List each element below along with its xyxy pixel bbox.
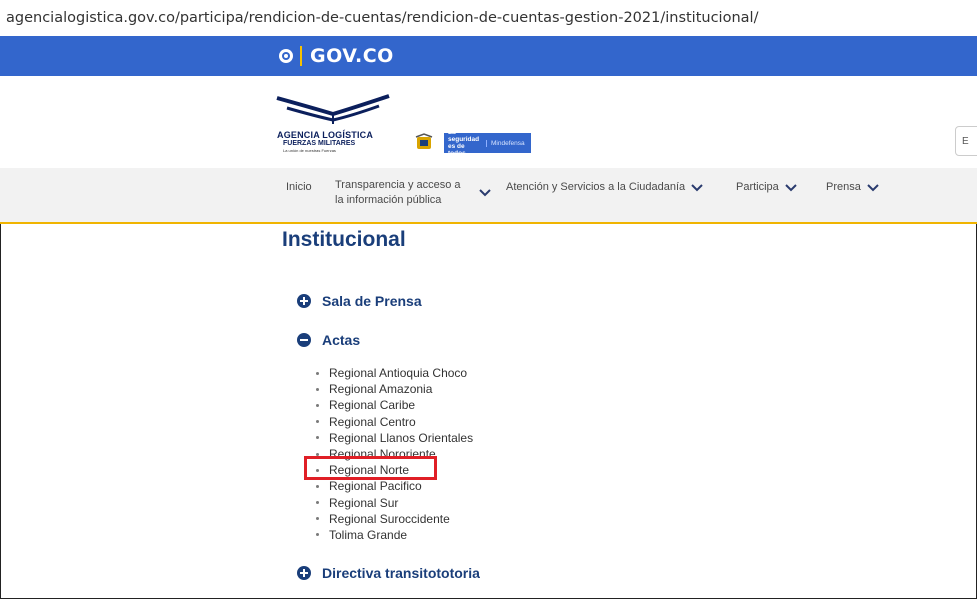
accordion-label: Sala de Prensa bbox=[322, 293, 422, 309]
bullet bbox=[316, 501, 319, 505]
list-item-link[interactable]: Regional Sur bbox=[329, 496, 398, 510]
page-title: Institucional bbox=[282, 228, 406, 251]
nav-label: Atención y Servicios a la Ciudadanía bbox=[506, 181, 686, 193]
gov-co-text: GOV.CO bbox=[310, 45, 394, 67]
nav-item-atencion[interactable]: Atención y Servicios a la Ciudadanía bbox=[506, 180, 703, 195]
agency-tagline: La unión de nuestras Fuerzas bbox=[283, 148, 336, 153]
list-item-link[interactable]: Regional Antioquia Choco bbox=[329, 366, 467, 380]
list-item-link[interactable]: Regional Caribe bbox=[329, 398, 415, 412]
chevron-down-icon bbox=[867, 183, 879, 191]
minus-circle-icon bbox=[297, 333, 311, 347]
accordion-actas[interactable]: Actas bbox=[297, 332, 360, 348]
chevron-down-icon bbox=[479, 189, 491, 197]
brand-header: AGENCIA LOGÍSTICA FUERZAS MILITARES La u… bbox=[0, 76, 977, 168]
actas-list: Regional Antioquia Choco Regional Amazon… bbox=[316, 365, 473, 543]
bullet bbox=[316, 484, 319, 488]
agency-subtitle: FUERZAS MILITARES bbox=[283, 140, 356, 147]
gov-co-separator bbox=[300, 46, 302, 66]
nav-label: Inicio bbox=[286, 181, 312, 193]
bullet bbox=[316, 387, 319, 391]
list-item[interactable]: Regional Caribe bbox=[316, 397, 473, 413]
mindefensa-box: La seguridad es de todos Mindefensa bbox=[444, 129, 531, 157]
nav-item-inicio[interactable]: Inicio bbox=[286, 180, 312, 195]
colombia-shield-icon bbox=[279, 49, 293, 63]
nav-item-prensa[interactable]: Prensa bbox=[826, 180, 879, 195]
mindefensa-logo[interactable]: La seguridad es de todos Mindefensa bbox=[414, 129, 571, 157]
main-navigation: Inicio Transparencia y acceso a la infor… bbox=[0, 168, 977, 224]
accordion-label: Actas bbox=[322, 332, 361, 348]
nav-item-participa[interactable]: Participa bbox=[736, 180, 797, 195]
bullet bbox=[316, 403, 319, 407]
url-text: agencialogistica.gov.co/participa/rendic… bbox=[6, 10, 759, 26]
mindefensa-name: Mindefensa bbox=[486, 139, 531, 147]
agencia-logistica-logo[interactable]: AGENCIA LOGÍSTICA FUERZAS MILITARES La u… bbox=[273, 90, 393, 154]
plus-circle-icon bbox=[297, 294, 311, 308]
list-item-link[interactable]: Regional Suroccidente bbox=[329, 512, 450, 526]
list-item[interactable]: Regional Amazonia bbox=[316, 381, 473, 397]
bullet bbox=[316, 371, 319, 375]
gov-co-logo[interactable]: GOV.CO bbox=[278, 42, 394, 70]
bullet bbox=[316, 420, 319, 424]
list-item-link[interactable]: Regional Centro bbox=[329, 415, 416, 429]
colombia-crest-icon bbox=[415, 133, 433, 149]
chevron-down-icon bbox=[691, 183, 703, 191]
list-item[interactable]: Regional Suroccidente bbox=[316, 511, 473, 527]
bullet bbox=[316, 517, 319, 521]
list-item[interactable]: Tolima Grande bbox=[316, 527, 473, 543]
list-item-link[interactable]: Tolima Grande bbox=[329, 528, 407, 542]
mindefensa-slogan: La seguridad es de todos bbox=[448, 129, 480, 157]
list-item-link[interactable]: Regional Llanos Orientales bbox=[329, 431, 473, 445]
nav-label: Transparencia y acceso a la información … bbox=[335, 179, 461, 206]
list-item[interactable]: Regional Sur bbox=[316, 495, 473, 511]
accordion-label: Directiva transitototoria bbox=[322, 565, 480, 581]
bullet bbox=[316, 533, 319, 537]
list-item[interactable]: Regional Centro bbox=[316, 414, 473, 430]
nav-label: Participa bbox=[736, 181, 779, 193]
wings-icon bbox=[276, 94, 390, 124]
plus-circle-icon bbox=[297, 566, 311, 580]
list-item-link[interactable]: Regional Pacifico bbox=[329, 479, 422, 493]
list-item[interactable]: Regional Llanos Orientales bbox=[316, 430, 473, 446]
chevron-down-icon bbox=[785, 183, 797, 191]
gov-co-bar: GOV.CO bbox=[0, 36, 977, 76]
accordion-directiva-transitoria[interactable]: Directiva transitototoria bbox=[297, 565, 480, 581]
list-item[interactable]: Regional Pacifico bbox=[316, 478, 473, 494]
bullet bbox=[316, 436, 319, 440]
list-item-link[interactable]: Regional Amazonia bbox=[329, 382, 432, 396]
agency-name: AGENCIA LOGÍSTICA bbox=[277, 130, 374, 140]
address-bar[interactable]: agencialogistica.gov.co/participa/rendic… bbox=[0, 0, 977, 36]
list-item[interactable]: Regional Antioquia Choco bbox=[316, 365, 473, 381]
accordion-sala-de-prensa[interactable]: Sala de Prensa bbox=[297, 293, 422, 309]
nav-item-transparencia[interactable]: Transparencia y acceso a la información … bbox=[335, 178, 491, 208]
highlight-box-regional-norte bbox=[304, 456, 437, 480]
nav-label: Prensa bbox=[826, 181, 861, 193]
header-right-button[interactable]: E bbox=[955, 126, 977, 156]
